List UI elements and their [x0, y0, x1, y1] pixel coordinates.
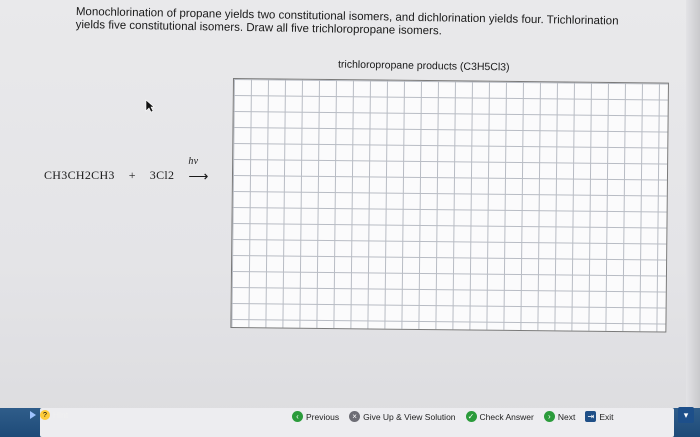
- condition-hv: hv: [188, 155, 199, 167]
- check-icon: ✓: [465, 411, 477, 422]
- drawing-grid[interactable]: [230, 78, 669, 333]
- arrow-icon: ⟶: [188, 169, 209, 185]
- right-edge: [686, 0, 700, 420]
- check-label: Check Answer: [479, 411, 534, 422]
- reaction-equation: CH3CH2CH3 + 3Cl2 hv ⟶: [44, 156, 212, 185]
- question-prompt: Monochlorination of propane yields two c…: [76, 6, 676, 42]
- previous-icon: ‹: [292, 411, 303, 422]
- exit-icon: ⇥: [585, 411, 597, 422]
- hint-icon: ?: [40, 410, 50, 420]
- hint-button[interactable]: ? Hint: [30, 410, 68, 420]
- exit-button[interactable]: ⇥ Exit: [585, 411, 614, 422]
- reactant: CH3CH2CH3: [44, 168, 115, 182]
- next-icon: ›: [543, 411, 555, 422]
- expand-arrow-icon: [30, 411, 36, 419]
- give-up-button[interactable]: × Give Up & View Solution: [349, 411, 456, 422]
- exit-label: Exit: [599, 411, 614, 422]
- check-answer-button[interactable]: ✓ Check Answer: [465, 411, 534, 422]
- reaction-arrow: hv ⟶: [188, 156, 212, 185]
- previous-button[interactable]: ‹ Previous: [292, 411, 339, 422]
- hint-label: Hint: [53, 410, 69, 420]
- collapse-icon[interactable]: ▾: [678, 407, 694, 423]
- next-button[interactable]: › Next: [543, 411, 576, 422]
- footer-actions: ‹ Previous × Give Up & View Solution ✓ C…: [292, 411, 624, 422]
- plus-sign: +: [128, 168, 136, 182]
- reagent: 3Cl2: [149, 168, 175, 182]
- mouse-cursor-icon: [145, 99, 155, 113]
- previous-label: Previous: [306, 411, 340, 422]
- next-label: Next: [557, 411, 576, 422]
- give-up-label: Give Up & View Solution: [363, 411, 456, 422]
- give-up-icon: ×: [349, 411, 361, 422]
- grid-caption: trichloropropane products (C3H5Cl3): [337, 58, 510, 74]
